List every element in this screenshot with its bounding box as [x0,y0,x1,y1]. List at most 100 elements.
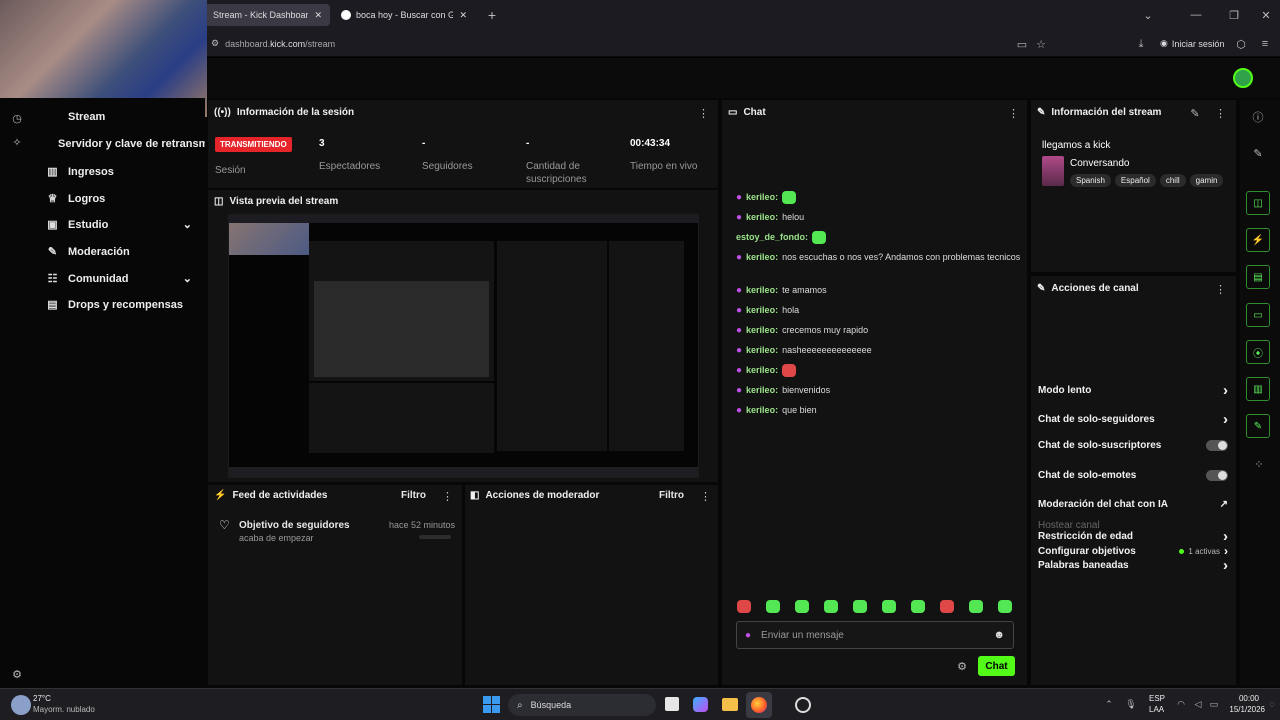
minimize-icon[interactable]: — [1188,7,1204,23]
microphone-icon[interactable]: 🎙 [1125,698,1137,710]
clock-date[interactable]: 15/1/2026 [1223,705,1265,714]
language-bottom[interactable]: LAA [1149,705,1164,714]
more-options-icon[interactable]: ⋮ [700,490,711,503]
sidebar-item-server-key[interactable]: Servidor y clave de retransm [58,138,205,150]
edit-icon[interactable]: ✎ [1251,146,1265,160]
battery-icon[interactable]: ▭ [1208,698,1220,710]
rail-notes-button[interactable]: ▤ [1246,265,1270,289]
more-options-icon[interactable]: ⋮ [1215,283,1226,296]
pin-icon[interactable]: ✧ [11,136,23,149]
edit-pencil-icon[interactable]: ✎ [1189,107,1201,120]
language-top[interactable]: ESP [1149,694,1165,703]
tab-kick-dashboard[interactable]: Stream - Kick Dashboard ✕ [205,4,330,26]
rail-chat-button[interactable]: ▭ [1246,303,1270,327]
notifications-icon[interactable]: ◌ [1266,698,1278,710]
clock-time[interactable]: 00:00 [1227,694,1259,703]
sidebar-item-comunidad[interactable]: ☷ Comunidad ⌄ [46,272,192,286]
chat-username[interactable]: kerileo: [746,384,778,397]
chat-username[interactable]: estoy_de_fondo: [736,231,808,244]
settings-gear-icon[interactable]: ⚙ [11,668,23,681]
extensions-icon[interactable]: ⬡ [1234,37,1248,51]
emote-button[interactable] [824,600,838,613]
bookmark-star-icon[interactable]: ☆ [1034,37,1048,51]
emote-button[interactable] [766,600,780,613]
signin-button[interactable]: ◉ Iniciar sesión [1160,36,1224,51]
emote-button[interactable] [940,600,954,613]
more-options-icon[interactable]: ⋮ [1215,107,1226,120]
wifi-icon[interactable]: ◠ [1175,698,1187,710]
channel-action-row[interactable]: Modo lento › [1038,382,1228,399]
new-tab-icon[interactable]: + [484,7,500,23]
chat-username[interactable]: kerileo: [746,211,778,224]
obs-icon[interactable] [795,697,811,713]
emote-button[interactable] [882,600,896,613]
emote-button[interactable] [737,600,751,613]
channel-action-row[interactable]: Chat de solo-suscriptores [1038,440,1228,451]
channel-action-row[interactable]: Chat de solo-emotes [1038,470,1228,481]
chevron-down-icon[interactable]: ⌄ [1140,7,1156,23]
rail-preview-button[interactable]: ◫ [1246,191,1270,215]
task-view-icon[interactable] [665,697,679,711]
file-explorer-icon[interactable] [722,698,738,711]
address-bar[interactable]: ⚙ dashboard. kick.com/stream [205,33,1053,54]
emote-button[interactable] [853,600,867,613]
emote-button[interactable] [795,600,809,613]
chat-username[interactable]: kerileo: [746,191,778,204]
volume-icon[interactable]: ◁ [1192,698,1204,710]
sidebar-item-moderacion[interactable]: ✎ Moderación [46,245,130,259]
clock-icon[interactable]: ◷ [11,112,23,125]
chat-settings-icon[interactable]: ⚙ [956,660,968,673]
close-icon[interactable]: ✕ [314,10,322,21]
copilot-icon[interactable] [693,697,708,712]
tab-google-search[interactable]: boca hoy - Buscar con Google ✕ [333,4,475,26]
rail-broadcast-button[interactable]: ⦿ [1246,340,1270,364]
emote-button[interactable] [998,600,1012,613]
more-options-icon[interactable]: ⋮ [1008,107,1019,120]
chat-input[interactable]: ● Enviar un mensaje ☻ [736,621,1014,649]
toggle-switch[interactable] [1206,470,1228,481]
more-options-icon[interactable]: ⋮ [698,107,709,120]
tray-chevron-icon[interactable]: ⌃ [1103,698,1115,710]
chat-username[interactable]: kerileo: [746,324,778,337]
rail-mod-button[interactable]: ▥ [1246,377,1270,401]
rail-activity-button[interactable]: ⚡ [1246,228,1270,252]
stream-preview-video[interactable] [228,214,699,478]
chat-username[interactable]: kerileo: [746,304,778,317]
rail-tools-button[interactable]: ✎ [1246,414,1270,438]
sidebar-item-stream[interactable]: Stream [46,111,105,123]
chat-username[interactable]: kerileo: [746,344,778,357]
emote-button[interactable] [911,600,925,613]
tune-icon[interactable]: ⚙ [211,38,219,49]
channel-action-row[interactable]: Chat de solo-seguidores › [1038,411,1228,428]
channel-action-row[interactable]: Palabras baneadas › [1038,557,1228,574]
emote-button[interactable] [969,600,983,613]
sidebar-item-estudio[interactable]: ▣ Estudio ⌄ [46,218,192,232]
more-options-icon[interactable]: ⋮ [442,490,453,503]
chat-username[interactable]: kerileo: [746,284,778,297]
reader-view-icon[interactable]: ▭ [1015,37,1029,51]
maximize-icon[interactable]: ❐ [1226,7,1242,23]
emoji-icon[interactable]: ☻ [993,629,1005,641]
configure-goals-row[interactable]: Configurar objetivos 1 activas › [1038,544,1228,558]
chat-username[interactable]: kerileo: [746,404,778,417]
channel-action-row[interactable]: Moderación del chat con IA ↗ [1038,499,1228,510]
filter-button[interactable]: Filtro [659,490,684,501]
close-icon[interactable]: ✕ [459,10,467,21]
filter-button[interactable]: Filtro [401,490,426,501]
download-icon[interactable]: ⤓ [1134,37,1148,51]
taskbar-search[interactable]: ⌕ Búsqueda [508,694,656,716]
chat-username[interactable]: kerileo: [746,251,778,264]
sidebar-item-logros[interactable]: ♕ Logros [46,192,106,206]
send-chat-button[interactable]: Chat [978,656,1015,676]
window-close-icon[interactable]: ✕ [1258,7,1274,23]
chat-username[interactable]: kerileo: [746,364,778,377]
windows-start-icon[interactable] [483,696,500,713]
avatar[interactable] [1233,68,1253,88]
apps-icon[interactable]: ⁘ [1252,457,1266,471]
sidebar-item-ingresos[interactable]: ▥ Ingresos [46,165,114,179]
info-icon[interactable]: ⓘ [1251,110,1265,124]
firefox-taskbar-button[interactable] [746,692,772,718]
sidebar-item-drops[interactable]: ▤ Drops y recompensas [46,298,183,312]
toggle-switch[interactable] [1206,440,1228,451]
menu-icon[interactable]: ≡ [1258,37,1272,51]
